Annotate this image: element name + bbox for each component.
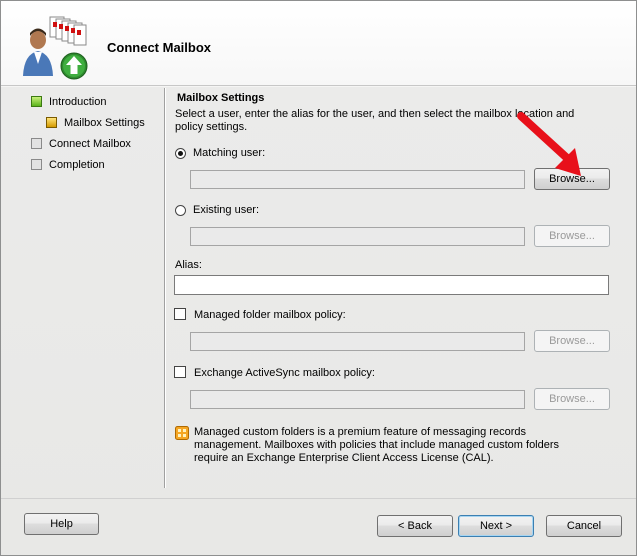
existing-user-field <box>190 227 525 246</box>
cancel-button[interactable]: Cancel <box>546 515 622 537</box>
existing-user-label: Existing user: <box>193 204 260 216</box>
step-label: Completion <box>49 159 105 171</box>
step-current-icon <box>46 117 57 128</box>
next-button[interactable]: Next > <box>458 515 534 537</box>
mailbox-users-upload-icon <box>23 16 88 80</box>
step-done-icon <box>31 96 42 107</box>
managed-folder-policy-browse-button: Browse... <box>534 330 610 352</box>
red-arrow-icon <box>517 112 581 176</box>
matching-user-field[interactable] <box>190 170 525 189</box>
managed-folder-policy-checkbox[interactable] <box>174 308 186 320</box>
wizard-title: Connect Mailbox <box>107 40 212 55</box>
matching-user-radio[interactable] <box>175 148 186 159</box>
help-button[interactable]: Help <box>24 513 99 535</box>
matching-user-label: Matching user: <box>193 147 266 159</box>
back-button[interactable]: < Back <box>377 515 453 537</box>
panel-divider-highlight <box>165 88 166 488</box>
wizard-header <box>1 1 636 85</box>
section-title: Mailbox Settings <box>177 92 265 104</box>
step-label: Mailbox Settings <box>64 117 145 129</box>
managed-folder-policy-field <box>190 332 525 351</box>
activesync-policy-field <box>190 390 525 409</box>
footer-divider <box>1 498 636 499</box>
activesync-policy-checkbox[interactable] <box>174 366 186 378</box>
step-label: Introduction <box>49 96 107 108</box>
existing-user-browse-button: Browse... <box>534 225 610 247</box>
step-label: Connect Mailbox <box>49 138 131 150</box>
header-divider <box>1 85 636 86</box>
info-text: Managed custom folders is a premium feat… <box>194 426 560 464</box>
info-icon <box>175 426 189 440</box>
alias-input[interactable] <box>174 275 609 295</box>
managed-folder-policy-label: Managed folder mailbox policy: <box>194 309 346 321</box>
activesync-policy-browse-button: Browse... <box>534 388 610 410</box>
step-pending-icon <box>31 159 42 170</box>
activesync-policy-label: Exchange ActiveSync mailbox policy: <box>194 367 375 379</box>
step-pending-icon <box>31 138 42 149</box>
existing-user-radio[interactable] <box>175 205 186 216</box>
alias-label: Alias: <box>175 259 202 271</box>
